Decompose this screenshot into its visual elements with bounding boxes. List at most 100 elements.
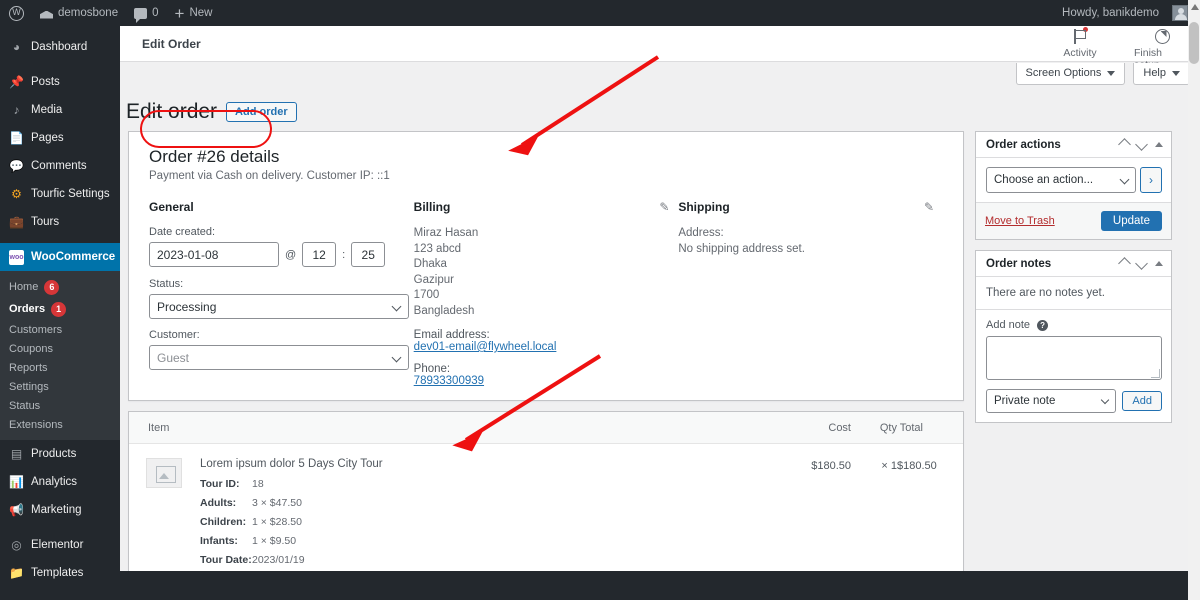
item-name[interactable]: Lorem ipsum dolor 5 Days City Tour: [200, 458, 787, 470]
minute-input[interactable]: [351, 242, 386, 267]
billing-column: Billing ✎ Miraz Hasan 123 abcd Dhaka Gaz…: [414, 200, 679, 387]
date-created-label: Date created:: [149, 226, 216, 238]
date-created-row: @ :: [149, 242, 414, 267]
customer-select[interactable]: Guest: [149, 345, 409, 370]
order-action-row: Choose an action... ›: [986, 167, 1162, 193]
billing-phone-link[interactable]: 78933300939: [414, 375, 679, 387]
update-button[interactable]: Update: [1100, 211, 1162, 231]
screen-options-button[interactable]: Screen Options: [1015, 63, 1126, 85]
submenu-item-customers[interactable]: Customers: [0, 320, 120, 339]
submenu-item-coupons[interactable]: Coupons: [0, 339, 120, 358]
sidebar-item-dashboard[interactable]: ◕ Dashboard: [0, 33, 120, 61]
submenu-item-orders[interactable]: Orders 1: [0, 298, 120, 320]
apply-action-button[interactable]: ›: [1140, 167, 1162, 193]
general-column: General Date created: @ : Status: Proces…: [149, 200, 414, 387]
column-header-item: Item: [148, 421, 170, 434]
add-note-button[interactable]: Add: [1122, 391, 1162, 411]
home-icon: [40, 7, 53, 20]
orders-count-badge: 1: [51, 301, 67, 317]
item-meta-value: 3 × $47.50: [252, 497, 302, 509]
wc-top-bar: Edit Order Activity Finish setup: [120, 26, 1200, 71]
sidebar-item-label: Media: [31, 104, 63, 116]
sidebar-item-tourfic-settings[interactable]: ⚙ Tourfic Settings: [0, 180, 120, 208]
column-header-qty: Qty: [879, 421, 897, 434]
move-down-icon[interactable]: [1135, 138, 1148, 151]
page-title-row: Edit order Add order: [126, 100, 297, 124]
shipping-column: Shipping ✎ Address: No shipping address …: [678, 200, 943, 387]
item-meta-row: Infants: 1 × $9.50: [200, 535, 787, 547]
status-select[interactable]: Processing: [149, 294, 409, 319]
howdy-menu[interactable]: Howdy, banikdemo: [1054, 0, 1196, 26]
add-note-label: Add note: [986, 319, 1031, 331]
table-row[interactable]: Lorem ipsum dolor 5 Days City Tour Tour …: [129, 444, 963, 584]
sidebar-item-analytics[interactable]: 📊 Analytics: [0, 468, 120, 496]
admin-sidebar: ◕ Dashboard 📌 Posts ♪ Media 📄 Pages 💬 Co…: [0, 26, 128, 600]
scrollbar-thumb[interactable]: [1189, 22, 1199, 64]
item-meta-value: 18: [252, 478, 264, 490]
date-created-input[interactable]: [149, 242, 279, 267]
at-symbol: @: [285, 248, 297, 261]
order-actions-footer: Move to Trash Update: [976, 202, 1171, 239]
sidebar-item-comments[interactable]: 💬 Comments: [0, 152, 120, 180]
move-to-trash-link[interactable]: Move to Trash: [985, 215, 1101, 227]
media-icon: ♪: [13, 102, 20, 117]
sidebar-item-appearance[interactable]: 🖌 Appearance: [0, 594, 120, 600]
order-action-select[interactable]: Choose an action...: [986, 167, 1136, 193]
sidebar-item-pages[interactable]: 📄 Pages: [0, 124, 120, 152]
sidebar-item-tours[interactable]: 💼 Tours: [0, 208, 120, 236]
status-select-value: Processing: [149, 294, 409, 319]
toggle-panel-icon[interactable]: [1155, 142, 1163, 147]
order-actions-header: Order actions: [976, 132, 1171, 158]
customer-select-value: Guest: [149, 345, 409, 370]
avatar: [1172, 5, 1188, 21]
dashboard-icon: ◕: [12, 39, 21, 54]
submenu-label: Extensions: [9, 418, 63, 431]
comments-bubble[interactable]: 0: [126, 0, 166, 26]
sidebar-item-label: WooCommerce: [31, 251, 116, 263]
billing-email-link[interactable]: dev01-email@flywheel.local: [414, 341, 679, 353]
activity-label: Activity: [1063, 47, 1097, 59]
help-tip-icon[interactable]: ?: [1037, 319, 1049, 331]
admin-bar-right: Howdy, banikdemo: [1054, 0, 1200, 26]
comments-icon: 💬: [9, 158, 24, 173]
add-note-textarea[interactable]: [986, 336, 1162, 380]
move-up-icon[interactable]: [1118, 138, 1131, 151]
edit-billing-pencil-icon[interactable]: ✎: [659, 200, 672, 214]
sidebar-item-woocommerce[interactable]: woo WooCommerce: [0, 243, 128, 271]
submenu-item-status[interactable]: Status: [0, 396, 120, 415]
toggle-panel-icon[interactable]: [1155, 261, 1163, 266]
column-header-total: Total: [899, 421, 923, 434]
scroll-up-icon[interactable]: [1191, 4, 1199, 10]
submenu-item-settings[interactable]: Settings: [0, 377, 120, 396]
submenu-item-reports[interactable]: Reports: [0, 358, 120, 377]
sidebar-item-posts[interactable]: 📌 Posts: [0, 68, 120, 96]
howdy-label: Howdy, banikdemo: [1062, 7, 1159, 19]
add-order-button[interactable]: Add order: [226, 102, 297, 122]
submenu-item-extensions[interactable]: Extensions: [0, 415, 120, 434]
sidebar-item-media[interactable]: ♪ Media: [0, 96, 120, 124]
shipping-address: Address: No shipping address set.: [678, 226, 943, 257]
wordpress-logo-button[interactable]: [0, 0, 32, 26]
site-name-label: demosbone: [58, 7, 119, 19]
submenu-item-home[interactable]: Home 6: [0, 276, 120, 298]
note-type-select[interactable]: Private note: [986, 389, 1117, 413]
billing-email-label: Email address:: [413, 329, 490, 341]
sidebar-item-elementor[interactable]: ◎ Elementor: [0, 531, 120, 559]
sidebar-item-marketing[interactable]: 📢 Marketing: [0, 496, 120, 524]
shipping-heading: Shipping: [678, 200, 730, 214]
sidebar-item-products[interactable]: ▤ Products: [0, 440, 120, 468]
sidebar-item-templates[interactable]: 📁 Templates: [0, 559, 120, 587]
page-scrollbar[interactable]: [1188, 0, 1200, 600]
move-down-icon[interactable]: [1135, 257, 1148, 270]
new-content-menu[interactable]: + New: [167, 0, 221, 26]
help-button[interactable]: Help: [1133, 63, 1190, 85]
sidebar-item-label: Analytics: [31, 476, 78, 488]
site-name-menu[interactable]: demosbone: [32, 0, 126, 26]
hour-input[interactable]: [302, 242, 337, 267]
edit-shipping-pencil-icon[interactable]: ✎: [924, 200, 937, 214]
move-up-icon[interactable]: [1118, 257, 1131, 270]
billing-phone-label: Phone:: [413, 363, 451, 375]
shipping-address-label: Address:: [678, 227, 724, 239]
item-meta-key: Children:: [200, 516, 247, 528]
billing-line: 1700: [413, 289, 440, 301]
